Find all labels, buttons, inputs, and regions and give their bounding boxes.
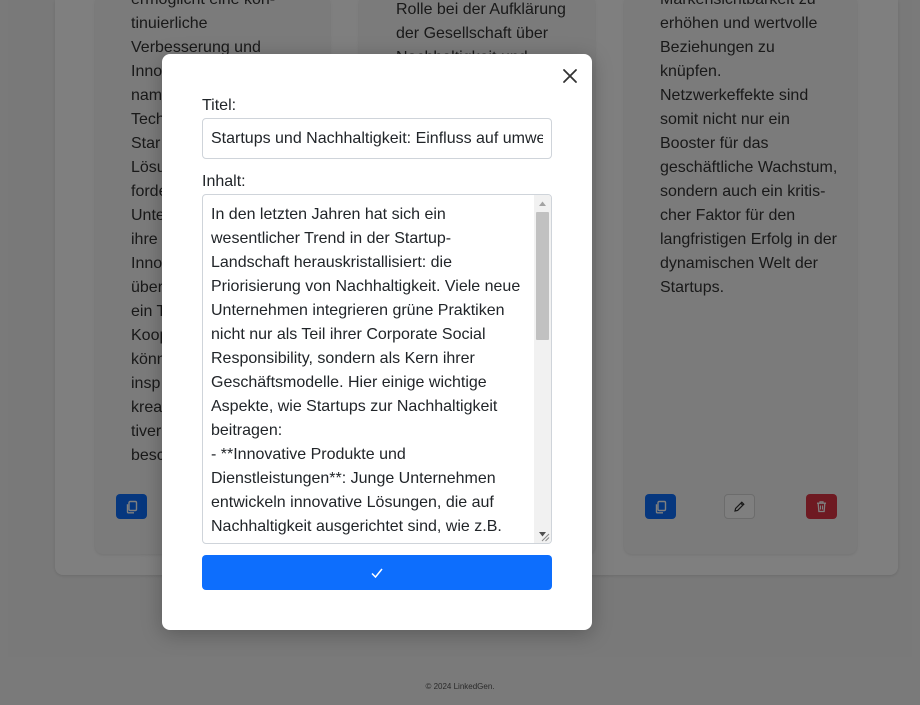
checkmark-icon xyxy=(371,568,383,578)
scroll-up-arrow[interactable] xyxy=(534,195,551,212)
content-label: Inhalt: xyxy=(202,173,246,190)
content-text[interactable]: In den letzten Jahren hat sich ein wesen… xyxy=(211,203,533,539)
resize-grip-icon[interactable] xyxy=(540,532,550,542)
scroll-thumb[interactable] xyxy=(536,212,549,340)
close-button[interactable] xyxy=(560,66,580,86)
edit-post-modal: Titel: Inhalt: In den letzten Jahren hat… xyxy=(162,54,592,630)
content-textarea[interactable]: In den letzten Jahren hat sich ein wesen… xyxy=(202,194,552,544)
title-label: Titel: xyxy=(202,97,237,114)
page: ermöglicht eine kon- tinuierliche Verbes… xyxy=(0,0,920,705)
save-button[interactable] xyxy=(202,555,552,590)
title-input[interactable] xyxy=(202,118,552,159)
chevron-up-icon xyxy=(539,201,546,206)
close-icon xyxy=(563,69,577,83)
content-scrollbar[interactable] xyxy=(534,195,551,543)
